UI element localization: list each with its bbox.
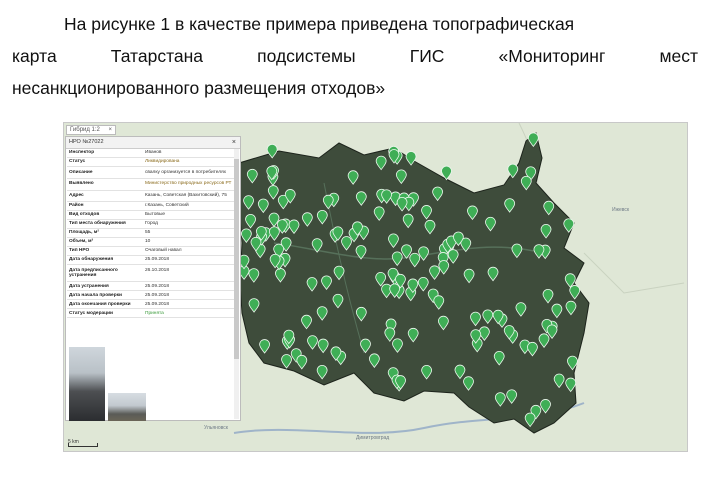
- paragraph-word: ГИС: [409, 46, 445, 66]
- attribute-row: Дата обнаружения 25.09.2018: [67, 255, 235, 266]
- close-icon[interactable]: ×: [108, 126, 112, 134]
- attribute-key: Дата окончания проверки: [67, 299, 143, 310]
- panel-scrollbar[interactable]: [234, 149, 239, 419]
- attribute-key: Адрес: [67, 190, 143, 203]
- attribute-row: Тип НРО Очаговый навал: [67, 246, 235, 257]
- attribute-row: Район г.Казань, Советский: [67, 201, 235, 212]
- object-info-panel: НРО №27022 × Инспектор Иванов Статус Ликвид…: [65, 136, 241, 421]
- attribute-row: Вид отходов Бытовые: [67, 210, 235, 221]
- attribute-value: 25.09.2018: [143, 255, 235, 266]
- map-place-label: Димитровград: [356, 435, 390, 441]
- attribute-value: Министерство природных ресурсов РТ: [143, 178, 235, 191]
- map-place-label: Ижевск: [612, 207, 630, 213]
- attribute-key: Тип НРО: [67, 246, 143, 257]
- attribute-key: Вид отходов: [67, 210, 143, 221]
- attribute-value: г.Казань, Советский: [143, 201, 235, 212]
- layer-tab[interactable]: Гибрид 1:2 ×: [66, 125, 116, 135]
- attribute-key: Статус: [67, 157, 143, 167]
- attribute-row: Дата окончания проверки 25.09.2018: [67, 299, 235, 310]
- attribute-value: Иванов: [143, 149, 235, 158]
- attribute-row: Статус Ликвидирована: [67, 157, 235, 167]
- attribute-value: 26.10.2018: [143, 264, 235, 283]
- attribute-row: Тип места обнаружения Город: [67, 219, 235, 230]
- attribute-row: Дата начала проверки 25.09.2018: [67, 290, 235, 301]
- scale-bar: [68, 443, 98, 447]
- attribute-key: Дата обнаружения: [67, 255, 143, 266]
- attribute-row: Дата предписанного устранения 26.10.2018: [67, 264, 235, 283]
- attribute-key: Дата начала проверки: [67, 290, 143, 301]
- attribute-key: Дата устранения: [67, 281, 143, 292]
- attribute-row: Статус модерации Принята: [67, 308, 235, 319]
- attribute-value: Ликвидирована: [143, 157, 235, 167]
- scrollbar-thumb[interactable]: [234, 159, 239, 359]
- attribute-value: 10: [143, 237, 235, 248]
- paragraph-word: «Мониторинг: [498, 46, 606, 66]
- attribute-value: 55: [143, 228, 235, 239]
- attribute-row: Дата устранения 25.09.2018: [67, 281, 235, 292]
- photo-thumbnail[interactable]: [69, 347, 105, 421]
- layer-tab-label: Гибрид 1:2: [70, 127, 100, 133]
- attribute-key: Выявлено: [67, 178, 143, 191]
- attribute-key: Объем, м³: [67, 237, 143, 248]
- paragraph-line-1: На рисунке 1 в качестве примера приведен…: [64, 14, 575, 34]
- attribute-value: 25.09.2018: [143, 290, 235, 301]
- close-icon[interactable]: ×: [232, 137, 236, 148]
- body-paragraph: На рисунке 1 в качестве примера приведен…: [12, 8, 698, 104]
- attribute-row: Объем, м³ 10: [67, 237, 235, 248]
- attribute-key: Площадь, м²: [67, 228, 143, 239]
- paragraph-word: мест: [659, 46, 698, 66]
- attribute-row: Инспектор Иванов: [67, 149, 235, 158]
- map-place-label: Ульяновск: [204, 425, 228, 431]
- attribute-key: Описание: [67, 166, 143, 179]
- attribute-value: Бытовые: [143, 210, 235, 221]
- attribute-key: Статус модерации: [67, 308, 143, 319]
- attribute-value: Казань, Советская (Вахитовский), 75: [143, 190, 235, 203]
- gis-map-screenshot: Ижевск Ульяновск Димитровград Гибрид 1:2…: [63, 122, 688, 452]
- attribute-value: 25.09.2018: [143, 281, 235, 292]
- attribute-key: Дата предписанного устранения: [67, 264, 143, 283]
- attribute-row: Адрес Казань, Советская (Вахитовский), 75: [67, 190, 235, 203]
- attribute-key: Тип места обнаружения: [67, 219, 143, 230]
- paragraph-line-3: несанкционированного размещения отходов»: [12, 78, 386, 98]
- attribute-value: Очаговый навал: [143, 246, 235, 257]
- attribute-value: Принята: [143, 308, 235, 319]
- photo-thumbnail[interactable]: [108, 393, 146, 421]
- paragraph-word: Татарстана: [110, 46, 204, 66]
- panel-title: НРО №27022: [69, 139, 104, 145]
- paragraph-word: карта: [12, 46, 57, 66]
- attributes-table: Инспектор Иванов Статус Ликвидирована Описан…: [67, 149, 235, 319]
- attribute-row: Описание свалку организуется в потребител…: [67, 166, 235, 179]
- paragraph-word: подсистемы: [257, 46, 356, 66]
- map-scale: 5 km: [68, 439, 102, 447]
- attribute-value: 25.09.2018: [143, 299, 235, 310]
- attribute-row: Выявлено Министерство природных ресурсов …: [67, 178, 235, 191]
- panel-header: НРО №27022 ×: [66, 137, 240, 149]
- attribute-value: свалку организуется в потребителях: [143, 166, 235, 179]
- paragraph-line-2: карта Татарстана подсистемы ГИС «Монитор…: [12, 40, 698, 72]
- attribute-row: Площадь, м² 55: [67, 228, 235, 239]
- attribute-value: Город: [143, 219, 235, 230]
- attribute-key: Район: [67, 201, 143, 212]
- attribute-key: Инспектор: [67, 149, 143, 158]
